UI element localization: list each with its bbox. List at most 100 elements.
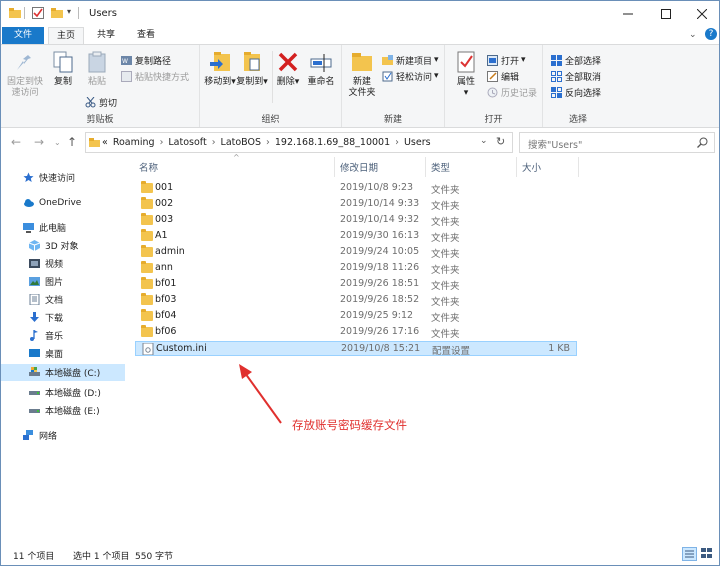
- breadcrumb-item[interactable]: Latosoft: [168, 137, 206, 148]
- column-header-name[interactable]: 名称: [139, 160, 158, 174]
- recent-locations-icon[interactable]: ⌄: [54, 138, 61, 147]
- file-row[interactable]: ann 2019/9/18 11:26 文件夹: [135, 261, 577, 276]
- easy-access-button[interactable]: 轻松访问 ▾: [382, 69, 439, 83]
- nav-onedrive[interactable]: OneDrive: [1, 194, 125, 211]
- nav-drive-d[interactable]: 本地磁盘 (D:): [1, 384, 125, 401]
- file-row[interactable]: bf01 2019/9/26 18:51 文件夹: [135, 277, 577, 292]
- nav-3d-objects[interactable]: 3D 对象: [1, 237, 125, 254]
- new-folder-button[interactable]: 新建 文件夹: [345, 50, 379, 99]
- breadcrumb-separator-icon[interactable]: ›: [266, 137, 270, 148]
- copy-path-button[interactable]: W 复制路径: [121, 53, 171, 67]
- address-dropdown-icon[interactable]: ⌄: [480, 136, 488, 146]
- new-item-button[interactable]: 新建项目 ▾: [382, 53, 439, 67]
- help-icon[interactable]: ?: [705, 28, 717, 40]
- delete-button[interactable]: 删除▾: [274, 50, 302, 88]
- breadcrumb-item[interactable]: Roaming: [113, 137, 155, 148]
- minimize-button[interactable]: [610, 1, 646, 27]
- nav-music[interactable]: 音乐: [1, 327, 125, 344]
- nav-quick-access[interactable]: 快速访问: [1, 169, 125, 186]
- file-row[interactable]: bf03 2019/9/26 18:52 文件夹: [135, 293, 577, 308]
- maximize-button[interactable]: [648, 1, 684, 27]
- invert-selection-button[interactable]: 反向选择: [551, 85, 601, 99]
- move-to-button[interactable]: 移动到▾: [204, 50, 236, 88]
- file-row[interactable]: A1 2019/9/30 16:13 文件夹: [135, 229, 577, 244]
- tab-share[interactable]: 共享: [88, 27, 124, 44]
- nav-pictures[interactable]: 图片: [1, 273, 125, 290]
- up-arrow-icon[interactable]: ↑: [67, 135, 77, 149]
- new-folder-label: 新建 文件夹: [348, 77, 376, 98]
- cut-button[interactable]: 剪切: [85, 95, 117, 109]
- expand-ribbon-icon[interactable]: ⌄: [689, 30, 697, 40]
- nav-network[interactable]: 网络: [1, 427, 125, 444]
- new-folder-icon[interactable]: [51, 7, 63, 19]
- column-header-date[interactable]: 修改日期: [340, 160, 378, 174]
- new-item-icon: [382, 54, 393, 66]
- paste-shortcut-button[interactable]: 粘贴快捷方式: [121, 69, 189, 83]
- nav-drive-e[interactable]: 本地磁盘 (E:): [1, 402, 125, 419]
- new-group-label: 新建: [383, 115, 402, 125]
- properties-button[interactable]: 属性 ▾: [451, 50, 481, 99]
- file-row[interactable]: bf04 2019/9/25 9:12 文件夹: [135, 309, 577, 324]
- folder-icon: [141, 293, 153, 305]
- folder-icon: [89, 137, 100, 148]
- file-row[interactable]: admin 2019/9/24 10:05 文件夹: [135, 245, 577, 260]
- nav-documents[interactable]: 文档: [1, 291, 125, 308]
- tab-file[interactable]: 文件: [2, 27, 44, 44]
- file-type: 文件夹: [431, 265, 460, 276]
- search-box[interactable]: 搜索"Users": [519, 132, 715, 153]
- nav-desktop[interactable]: 桌面: [1, 345, 125, 362]
- file-row[interactable]: 002 2019/10/14 9:33 文件夹: [135, 197, 577, 212]
- breadcrumb-separator-icon[interactable]: ›: [212, 137, 216, 148]
- select-none-button[interactable]: 全部取消: [551, 69, 601, 83]
- nav-videos[interactable]: 视频: [1, 255, 125, 272]
- invert-selection-icon: [551, 86, 562, 98]
- forward-arrow-icon[interactable]: →: [34, 135, 44, 149]
- chevron-down-icon: ▾: [434, 71, 439, 81]
- open-group: 属性 ▾ 打开 ▾ 编辑 历史记录 打开: [445, 45, 543, 127]
- large-icons-view-button[interactable]: [700, 547, 715, 561]
- rename-button[interactable]: 重命名: [304, 50, 338, 88]
- copy-to-button[interactable]: 复制到▾: [236, 50, 268, 88]
- file-row[interactable]: Custom.ini 2019/10/8 15:21 配置设置 1 KB: [135, 341, 577, 357]
- copy-button[interactable]: 复制: [47, 50, 79, 88]
- column-header-size[interactable]: 大小: [522, 160, 541, 174]
- file-row[interactable]: bf06 2019/9/26 17:16 文件夹: [135, 325, 577, 340]
- breadcrumb-separator-icon[interactable]: ›: [395, 137, 399, 148]
- address-bar[interactable]: « Roaming › Latosoft › LatoBOS › 192.168.1.69_8…: [85, 132, 513, 153]
- rename-label: 重命名: [307, 77, 335, 87]
- file-row[interactable]: 001 2019/10/8 9:23 文件夹: [135, 181, 577, 196]
- edit-button[interactable]: 编辑: [487, 69, 519, 83]
- tab-home[interactable]: 主页: [48, 27, 84, 44]
- nav-this-pc[interactable]: 此电脑: [1, 219, 125, 236]
- scissors-icon: [85, 96, 96, 108]
- folder-icon: [141, 197, 153, 209]
- details-view-button[interactable]: [682, 547, 697, 561]
- paste-button[interactable]: 粘贴: [81, 50, 113, 88]
- tab-view[interactable]: 查看: [128, 27, 164, 44]
- column-header-type[interactable]: 类型: [431, 160, 450, 174]
- breadcrumb-item[interactable]: LatoBOS: [221, 137, 262, 148]
- nav-label: 视频: [45, 260, 64, 270]
- nav-drive-c[interactable]: 本地磁盘 (C:): [1, 364, 125, 381]
- ribbon-tabs: 文件 主页 共享 查看 ⌄ ?: [1, 27, 719, 44]
- breadcrumb-separator-icon[interactable]: ›: [160, 137, 164, 148]
- select-all-button[interactable]: 全部选择: [551, 53, 601, 67]
- file-type: 文件夹: [431, 201, 460, 212]
- file-row[interactable]: 003 2019/10/14 9:32 文件夹: [135, 213, 577, 228]
- back-arrow-icon[interactable]: ←: [11, 135, 21, 149]
- pin-quick-access-button[interactable]: 固定到快 速访问: [7, 50, 43, 99]
- nav-downloads[interactable]: 下载: [1, 309, 125, 326]
- breadcrumb-item[interactable]: 192.168.1.69_88_10001: [275, 137, 390, 148]
- copy-icon: [51, 50, 75, 74]
- open-button[interactable]: 打开 ▾: [487, 53, 526, 67]
- breadcrumb-overflow[interactable]: «: [102, 137, 108, 148]
- move-to-text: 移动到: [204, 77, 232, 87]
- properties-icon[interactable]: [32, 7, 44, 19]
- file-type: 文件夹: [431, 313, 460, 324]
- breadcrumb-item[interactable]: Users: [404, 137, 431, 148]
- refresh-icon[interactable]: ↻: [496, 135, 505, 148]
- copy-to-label: 复制到▾: [236, 77, 268, 87]
- history-button[interactable]: 历史记录: [487, 85, 537, 99]
- file-type: 文件夹: [431, 217, 460, 228]
- close-button[interactable]: [684, 1, 720, 27]
